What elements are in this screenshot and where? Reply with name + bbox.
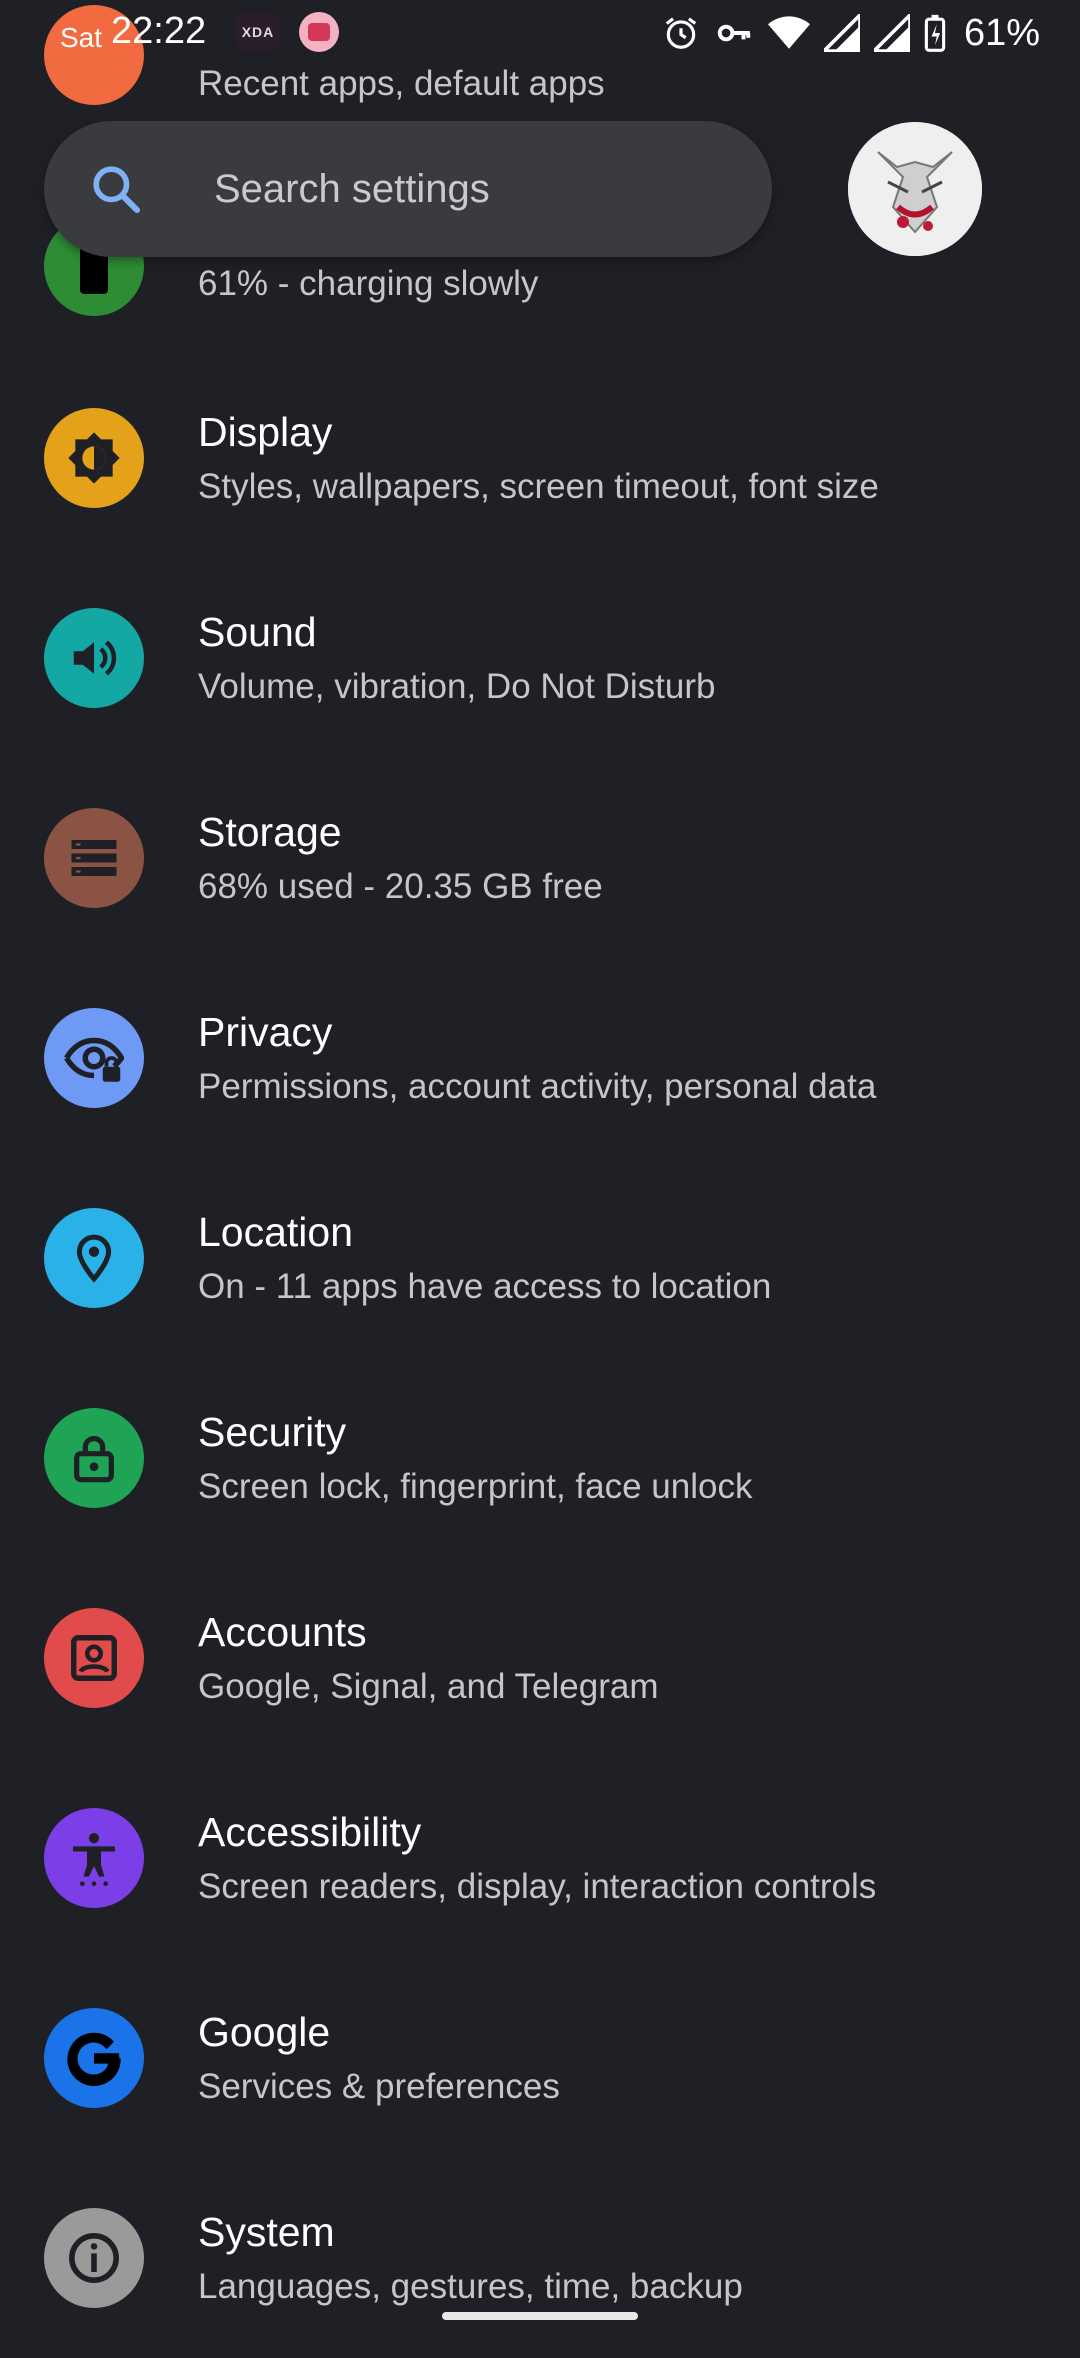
settings-item-subtitle: On - 11 apps have access to location	[198, 1267, 772, 1306]
settings-item-title: Display	[198, 409, 333, 455]
privacy-eye-icon	[44, 1008, 144, 1108]
signal-icon	[823, 14, 860, 52]
settings-item-title: Accounts	[198, 1609, 367, 1655]
lock-icon	[44, 1408, 144, 1508]
battery-percent: 61%	[963, 11, 1040, 54]
settings-item-subtitle: Permissions, account activity, personal …	[198, 1067, 877, 1106]
battery-subtitle[interactable]: 61% - charging slowly	[198, 264, 538, 304]
settings-item-title: Privacy	[198, 1009, 333, 1055]
status-time: 22:22	[111, 10, 207, 52]
battery-charging-icon	[924, 14, 946, 52]
signal-icon-2	[873, 14, 910, 52]
settings-item-subtitle: Languages, gestures, time, backup	[198, 2267, 743, 2306]
info-icon	[44, 2208, 144, 2308]
settings-item-system[interactable]: System Languages, gestures, time, backup	[0, 2158, 1080, 2358]
settings-item-title: Accessibility	[198, 1809, 422, 1855]
settings-item-display[interactable]: Display Styles, wallpapers, screen timeou…	[0, 358, 1080, 558]
settings-item-accessibility[interactable]: Accessibility Screen readers, display, in…	[0, 1758, 1080, 1958]
status-day: Sat	[60, 22, 103, 53]
settings-item-security[interactable]: Security Screen lock, fingerprint, face u…	[0, 1358, 1080, 1558]
settings-item-subtitle: Screen readers, display, interaction con…	[198, 1867, 877, 1906]
location-pin-icon	[44, 1208, 144, 1308]
settings-item-subtitle: Volume, vibration, Do Not Disturb	[198, 667, 716, 706]
account-icon	[44, 1608, 144, 1708]
settings-item-title: Storage	[198, 809, 342, 855]
settings-item-title: Sound	[198, 609, 317, 655]
brightness-icon	[44, 408, 144, 508]
settings-item-subtitle: Styles, wallpapers, screen timeout, font…	[198, 467, 879, 506]
apps-subtitle[interactable]: Recent apps, default apps	[198, 64, 605, 104]
settings-item-google[interactable]: Google Services & preferences	[0, 1958, 1080, 2158]
settings-item-location[interactable]: Location On - 11 apps have access to loca…	[0, 1158, 1080, 1358]
status-icons: 61%	[662, 10, 1040, 56]
search-placeholder[interactable]: Search settings	[214, 167, 490, 212]
settings-item-sound[interactable]: Sound Volume, vibration, Do Not Disturb	[0, 558, 1080, 758]
settings-item-storage[interactable]: Storage 68% used - 20.35 GB free	[0, 758, 1080, 958]
search-icon	[93, 166, 141, 214]
settings-item-title: System	[198, 2209, 335, 2255]
avatar[interactable]	[848, 122, 982, 256]
volume-icon	[44, 608, 144, 708]
settings-item-privacy[interactable]: Privacy Permissions, account activity, pe…	[0, 958, 1080, 1158]
status-bar: Sat 22:22 XDA 61%	[0, 0, 1080, 66]
vpn-key-icon	[717, 24, 751, 42]
wifi-icon	[767, 16, 810, 49]
settings-item-accounts[interactable]: Accounts Google, Signal, and Telegram	[0, 1558, 1080, 1758]
google-g-icon	[44, 2008, 144, 2108]
storage-icon	[44, 808, 144, 908]
settings-item-subtitle: Google, Signal, and Telegram	[198, 1667, 659, 1706]
settings-item-subtitle: Services & preferences	[198, 2067, 560, 2106]
settings-item-title: Security	[198, 1409, 347, 1455]
settings-item-subtitle: Screen lock, fingerprint, face unlock	[198, 1467, 753, 1506]
gesture-nav-bar[interactable]	[442, 2312, 638, 2320]
xda-notification-icon: XDA	[237, 14, 279, 50]
accessibility-icon	[44, 1808, 144, 1908]
settings-item-subtitle: 68% used - 20.35 GB free	[198, 867, 603, 906]
alarm-icon	[665, 17, 697, 49]
search-bar[interactable]: Search settings	[44, 121, 772, 257]
settings-item-title: Location	[198, 1209, 354, 1255]
settings-item-title: Google	[198, 2009, 331, 2055]
avatar-image	[848, 122, 982, 256]
app-notification-icon	[299, 12, 339, 52]
